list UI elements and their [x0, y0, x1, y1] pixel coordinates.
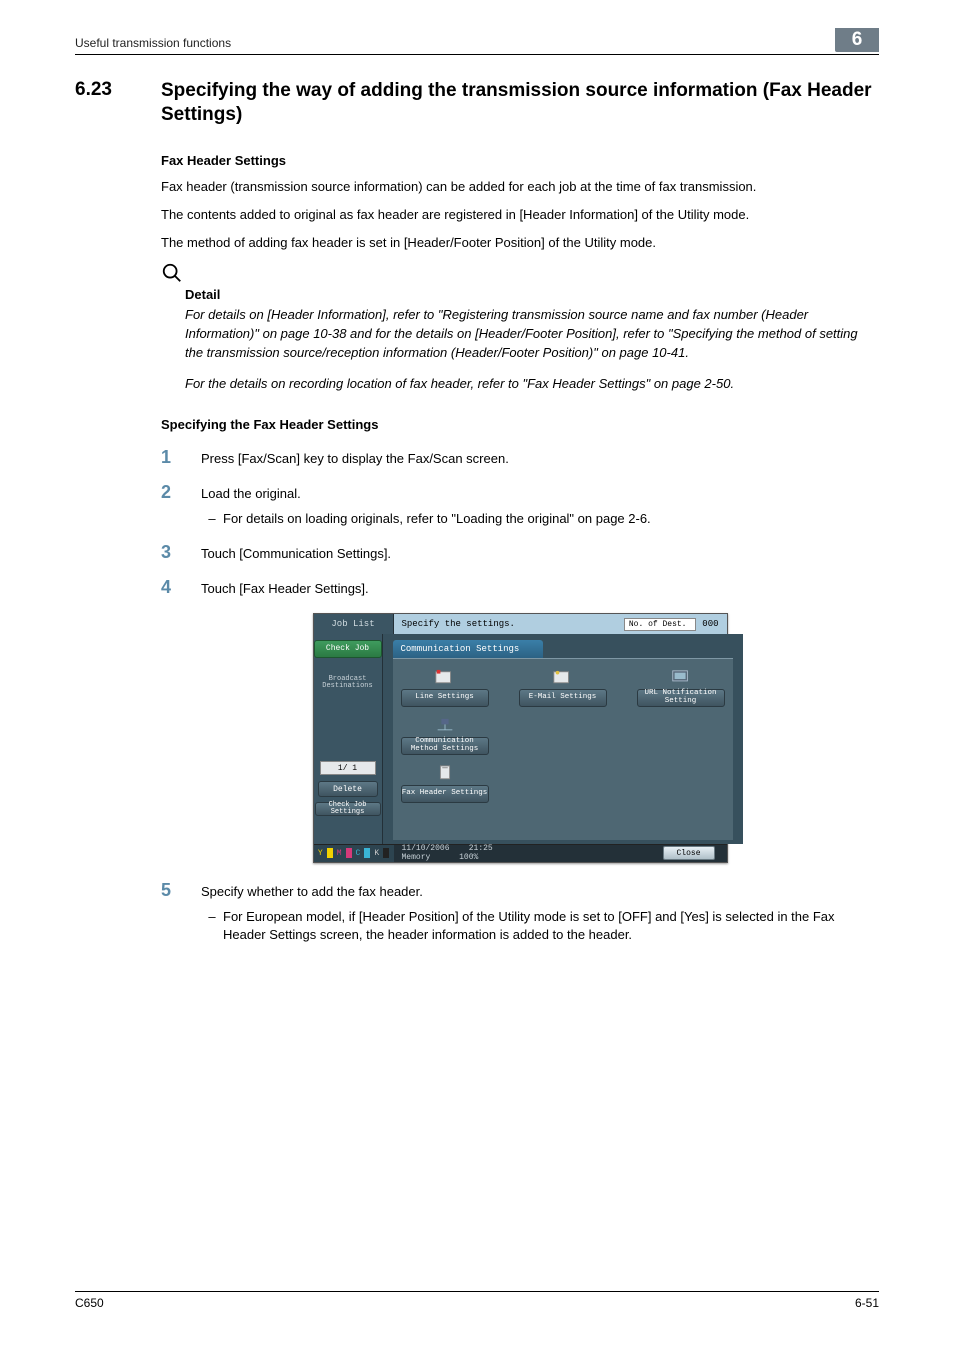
status-memory-label: Memory [402, 853, 431, 862]
tab-job-list[interactable]: Job List [314, 614, 394, 634]
check-job-settings-button[interactable]: Check Job Settings [315, 802, 381, 816]
header-rule [75, 54, 879, 55]
magnifier-icon [161, 262, 183, 284]
email-settings-button[interactable]: E-Mail Settings [519, 689, 607, 707]
step-number: 3 [161, 543, 201, 561]
footer-page: 6-51 [855, 1296, 879, 1310]
url-notification-button[interactable]: URL Notification Setting [637, 689, 725, 707]
dest-label: No. of Dest. [629, 620, 687, 629]
status-date: 11/10/2006 [402, 844, 450, 853]
step-text: Touch [Communication Settings]. [201, 543, 879, 564]
bullet-text: For details on loading originals, refer … [223, 510, 651, 529]
status-time: 21:25 [469, 844, 493, 853]
status-memory-value: 100% [459, 853, 478, 862]
dest-count: 000 [702, 619, 718, 629]
detail-label: Detail [185, 287, 879, 302]
mail-icon [552, 669, 574, 687]
step-text: Specify whether to add the fax header. [201, 884, 423, 899]
section-title: Specifying the way of adding the transmi… [161, 79, 879, 127]
console-screenshot: Job List Specify the settings. No. of De… [313, 613, 728, 863]
detail-text: For the details on recording location of… [185, 375, 879, 394]
monitor-icon [670, 669, 692, 687]
step-text: Load the original. [201, 486, 301, 501]
close-button[interactable]: Close [663, 846, 715, 860]
detail-text: For details on [Header Information], ref… [185, 306, 879, 363]
tab-communication-settings[interactable]: Communication Settings [393, 640, 543, 658]
sub-heading-1: Fax Header Settings [161, 153, 879, 168]
network-icon [434, 717, 456, 735]
bullet-dash: – [201, 908, 223, 946]
bullet-text: For European model, if [Header Position]… [223, 908, 879, 946]
step-number: 1 [161, 448, 201, 466]
step-text: Touch [Fax Header Settings]. [201, 578, 879, 599]
step-text: Press [Fax/Scan] key to display the Fax/… [201, 448, 879, 469]
footer-model: C650 [75, 1296, 104, 1310]
check-job-button[interactable]: Check Job [314, 640, 382, 658]
line-settings-button[interactable]: Line Settings [401, 689, 489, 707]
body-text: Fax header (transmission source informat… [161, 178, 879, 196]
chapter-badge: 6 [835, 28, 879, 52]
body-text: The contents added to original as fax he… [161, 206, 879, 224]
bullet-dash: – [201, 510, 223, 529]
document-icon [434, 765, 456, 783]
header-breadcrumb: Useful transmission functions [75, 36, 231, 52]
step-number: 2 [161, 483, 201, 501]
toner-indicator: Y M C K [314, 845, 394, 862]
broadcast-label: Broadcast Destinations [314, 676, 382, 691]
pager: 1/ 1 [320, 761, 376, 775]
delete-button[interactable]: Delete [318, 781, 378, 797]
body-text: The method of adding fax header is set i… [161, 234, 879, 252]
sub-heading-2: Specifying the Fax Header Settings [161, 417, 879, 432]
step-number: 5 [161, 881, 201, 899]
phone-icon [434, 669, 456, 687]
step-number: 4 [161, 578, 201, 596]
comm-method-button[interactable]: Communication Method Settings [401, 737, 489, 755]
section-number: 6.23 [75, 79, 161, 101]
fax-header-settings-button[interactable]: Fax Header Settings [401, 785, 489, 803]
console-title: Specify the settings. [402, 619, 515, 629]
